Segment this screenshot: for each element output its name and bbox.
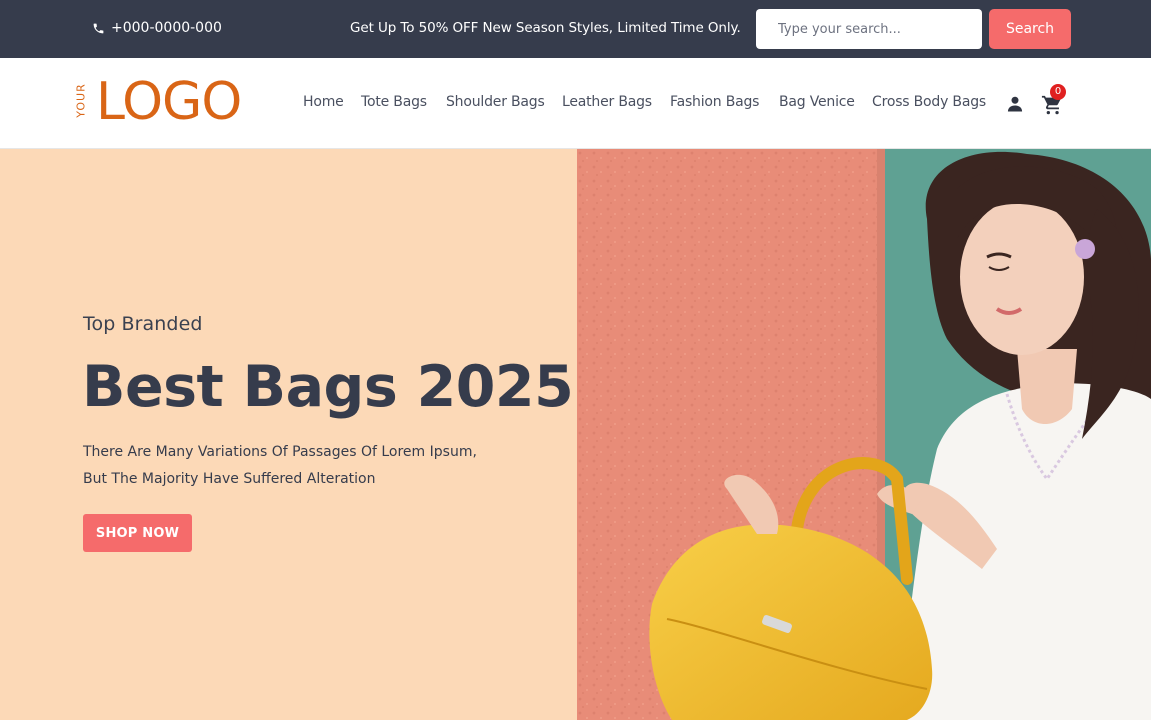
phone-icon	[93, 23, 104, 33]
nav-bag-venice[interactable]: Bag Venice	[779, 94, 855, 110]
logo-your-text: YOUR	[74, 83, 88, 118]
hero-kicker: Top Branded	[83, 313, 203, 335]
nav-cross-body-bags[interactable]: Cross Body Bags	[872, 94, 986, 110]
nav-home[interactable]: Home	[303, 94, 344, 110]
phone-contact[interactable]: +000-0000-000	[92, 18, 222, 38]
shop-now-button[interactable]: SHOP NOW	[83, 514, 192, 552]
top-bar: +000-0000-000 Get Up To 50% OFF New Seas…	[0, 0, 1151, 58]
nav-fashion-bags[interactable]: Fashion Bags	[670, 94, 759, 110]
nav-shoulder-bags[interactable]: Shoulder Bags	[446, 94, 545, 110]
site-logo[interactable]: YOUR LOGO	[75, 72, 272, 132]
search-button[interactable]: Search	[989, 9, 1071, 49]
hero-banner: Top Branded Best Bags 2025 There Are Man…	[0, 149, 1151, 720]
phone-number: +000-0000-000	[111, 20, 222, 36]
cart-count-badge: 0	[1050, 84, 1066, 100]
hero-description-line-1: There Are Many Variations Of Passages Of…	[83, 444, 477, 460]
promo-text: Get Up To 50% OFF New Season Styles, Lim…	[350, 20, 741, 36]
nav-tote-bags[interactable]: Tote Bags	[361, 94, 427, 110]
nav-leather-bags[interactable]: Leather Bags	[562, 94, 652, 110]
hero-description: There Are Many Variations Of Passages Of…	[83, 439, 523, 493]
hero-description-line-2: But The Majority Have Suffered Alteratio…	[83, 471, 376, 487]
hero-text-panel: Top Branded Best Bags 2025 There Are Man…	[0, 149, 577, 720]
hero-image	[577, 149, 1151, 720]
user-icon[interactable]	[1005, 94, 1025, 114]
hero-title: Best Bags 2025	[82, 354, 574, 420]
logo-main-text: LOGO	[96, 72, 242, 132]
search-input[interactable]	[756, 9, 982, 49]
